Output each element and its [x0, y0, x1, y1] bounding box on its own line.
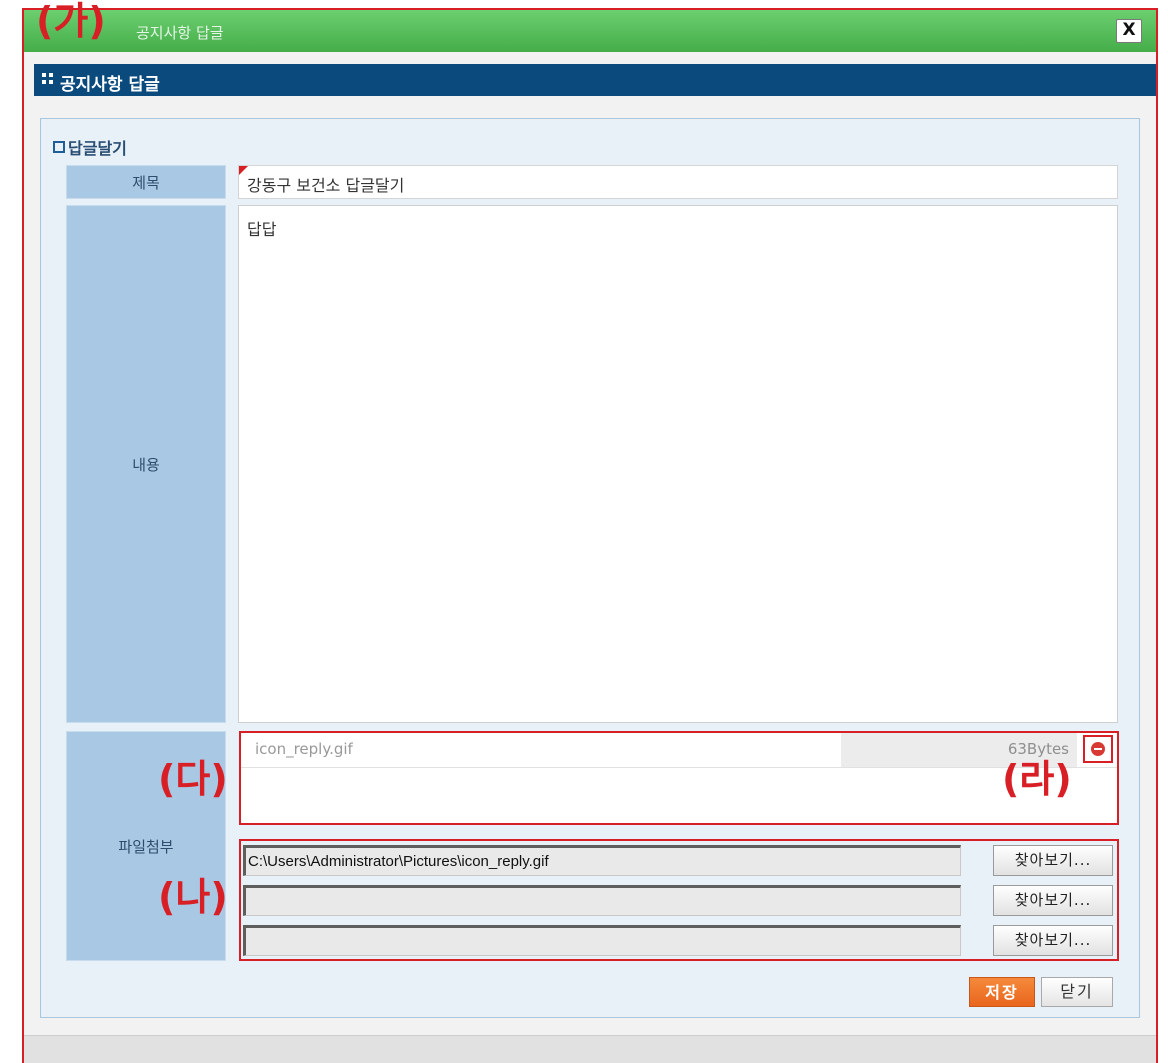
close-icon[interactable]: X	[1116, 19, 1142, 43]
save-button[interactable]: 저장	[969, 977, 1035, 1007]
popup-title: 공지사항 답글	[136, 24, 224, 42]
browse-button-2[interactable]: 찾아보기...	[993, 885, 1113, 916]
list-item: icon_reply.gif 63Bytes	[241, 733, 1117, 768]
file-path-input-3[interactable]	[243, 925, 961, 956]
page-title: 공지사항 답글	[60, 75, 160, 95]
subject-input[interactable]: 강동구 보건소 답글달기	[238, 165, 1118, 199]
subject-label: 제목	[66, 165, 226, 199]
annotation-na: (나)	[158, 875, 228, 919]
section-title-text: 답글달기	[68, 139, 127, 158]
browse-button-1[interactable]: 찾아보기...	[993, 845, 1113, 876]
content-value: 답답	[247, 220, 277, 239]
close-button[interactable]: 닫기	[1041, 977, 1113, 1007]
annotation-da: (다)	[158, 757, 228, 801]
popup-status-bar	[24, 1035, 1156, 1063]
annotation-ga: (가)	[36, 0, 106, 43]
file-path-input-1[interactable]: C:\Users\Administrator\Pictures\icon_rep…	[243, 845, 961, 876]
attached-file-list: icon_reply.gif 63Bytes	[239, 731, 1119, 825]
content-textarea[interactable]: 답답	[238, 205, 1118, 723]
content-label: 내용	[66, 205, 226, 723]
page-header: 공지사항 답글	[34, 64, 1156, 96]
popup-titlebar[interactable]: 공지사항 답글 X	[24, 10, 1156, 52]
required-marker-icon	[239, 166, 248, 175]
minus-circle-icon	[1091, 742, 1105, 756]
browse-button-3[interactable]: 찾아보기...	[993, 925, 1113, 956]
square-bullet-icon	[53, 141, 65, 153]
attached-file-name: icon_reply.gif	[255, 740, 353, 758]
grid-dots-icon	[42, 73, 54, 85]
section-title: 답글달기	[53, 135, 127, 159]
file-path-input-2[interactable]	[243, 885, 961, 916]
file-upload-group: C:\Users\Administrator\Pictures\icon_rep…	[239, 839, 1119, 961]
attached-file-size: 63Bytes	[1007, 740, 1069, 758]
delete-file-button[interactable]	[1083, 735, 1113, 763]
subject-value: 강동구 보건소 답글달기	[247, 176, 405, 195]
annotation-ra: (라)	[1002, 757, 1072, 801]
